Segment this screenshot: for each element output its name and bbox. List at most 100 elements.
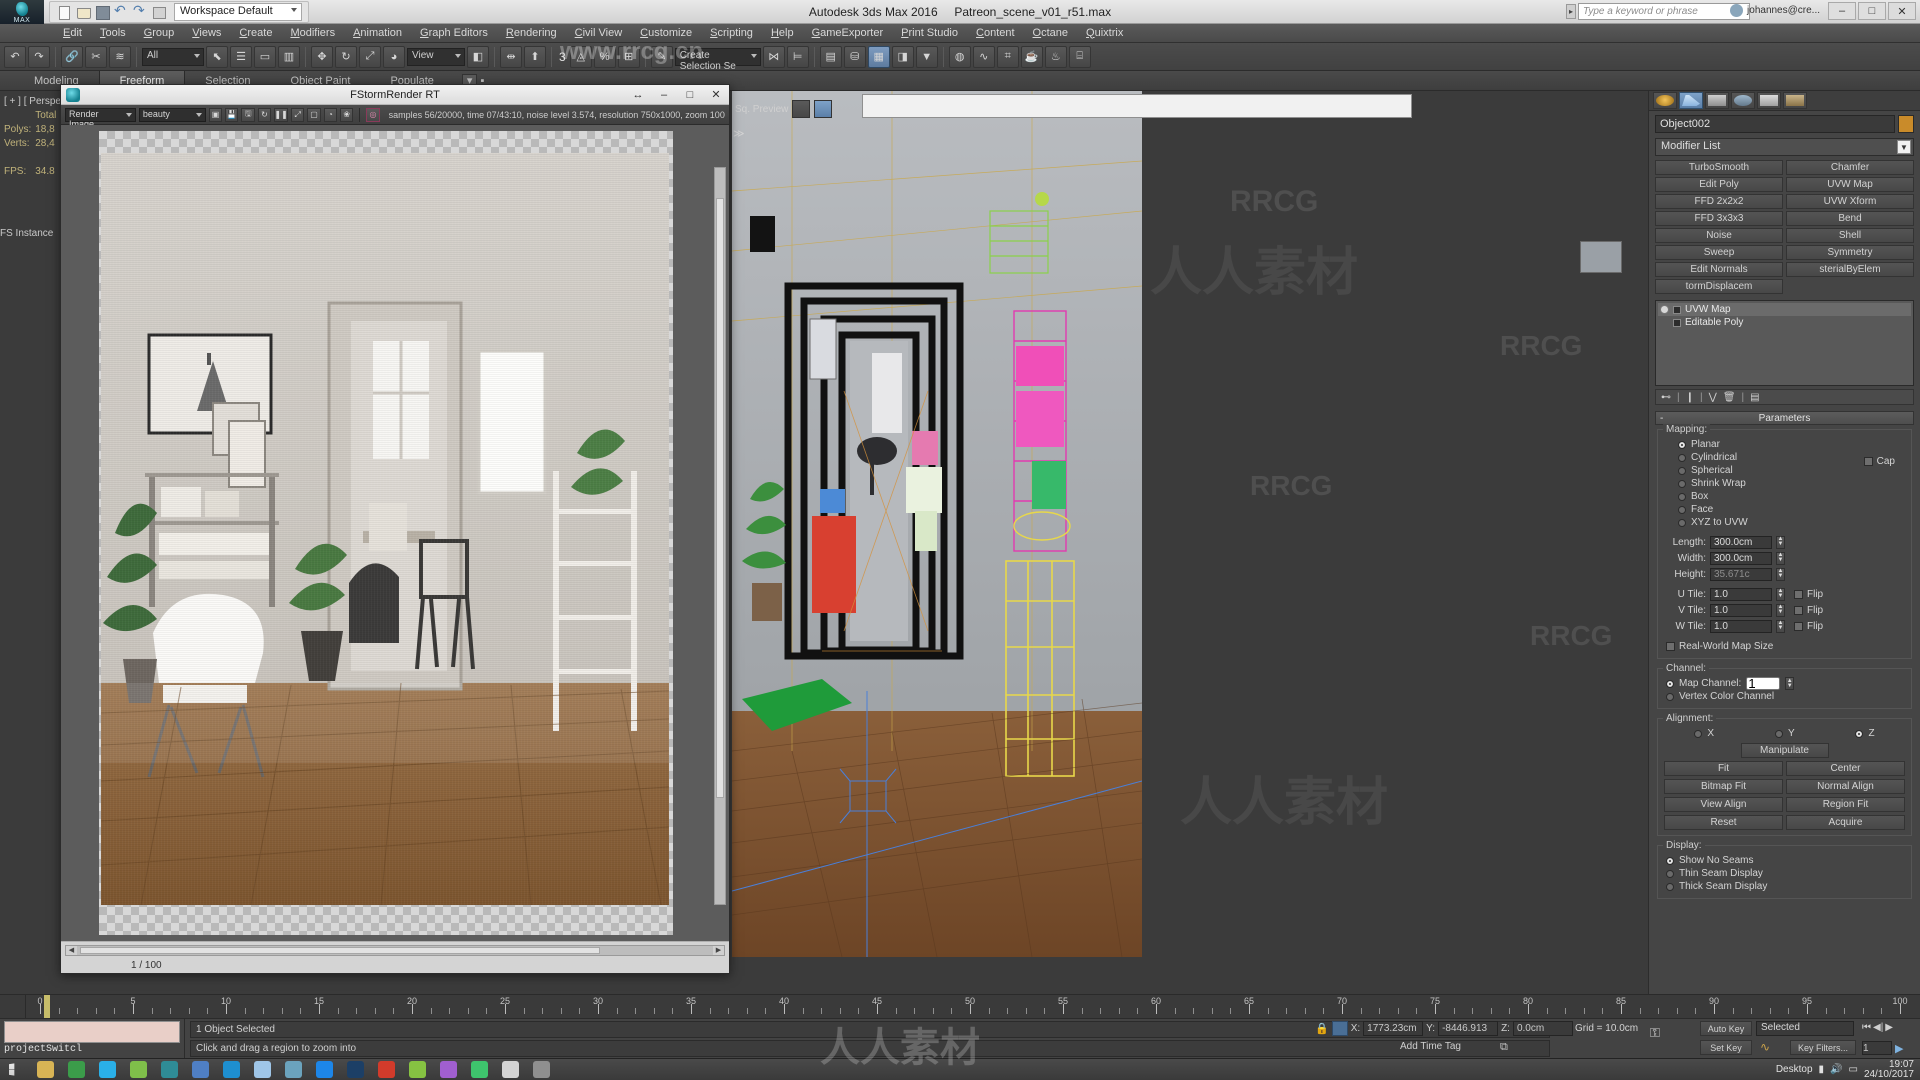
key-curve-icon[interactable]: ∿: [1760, 1040, 1770, 1054]
modifier-button-uvw-map[interactable]: UVW Map: [1786, 177, 1914, 192]
network-icon[interactable]: ❀: [340, 107, 354, 122]
field-spinner[interactable]: ▲ ▼: [1776, 603, 1785, 617]
render-window[interactable]: FStormRender RT ↔ – □ ✕ Render Image bea…: [60, 84, 730, 974]
menu-item-create[interactable]: Create: [230, 24, 281, 43]
menu-item-tools[interactable]: Tools: [91, 24, 135, 43]
track-bar-corner[interactable]: [0, 995, 26, 1018]
taskbar-item-3dsmax[interactable]: [154, 1060, 184, 1080]
modifier-button-edit-poly[interactable]: Edit Poly: [1655, 177, 1783, 192]
render-pass-combo[interactable]: Render Image: [65, 107, 136, 129]
maximize-button[interactable]: □: [1858, 2, 1886, 20]
modifier-button-sterialbyelem[interactable]: sterialByElem: [1786, 262, 1914, 277]
real-world-checkbox[interactable]: [1666, 641, 1675, 651]
align-tools-button[interactable]: ⊨: [786, 45, 809, 68]
undo-icon[interactable]: [113, 2, 129, 20]
select-and-scale-button[interactable]: ⤢: [359, 45, 381, 68]
display-tab[interactable]: [1757, 92, 1781, 109]
save-file-icon[interactable]: [94, 4, 110, 20]
render-horizontal-scrollbar[interactable]: ◀ ▶: [65, 945, 725, 956]
rendered-frame-window-button[interactable]: ◨: [891, 45, 914, 68]
coord-z-input[interactable]: [1512, 1021, 1573, 1036]
field-spinner[interactable]: ▲ ▼: [1776, 567, 1785, 581]
play-animation-icon[interactable]: ▶: [1895, 1042, 1903, 1055]
field-input[interactable]: [1710, 535, 1772, 549]
light-bulb-icon[interactable]: [1660, 305, 1669, 314]
mirror-button[interactable]: ⇹: [500, 45, 522, 68]
menu-item-group[interactable]: Group: [135, 24, 184, 43]
minimize-button[interactable]: –: [1828, 2, 1856, 20]
modify-tab[interactable]: [1679, 92, 1703, 109]
modifier-button-noise[interactable]: Noise: [1655, 228, 1783, 243]
modifier-button-chamfer[interactable]: Chamfer: [1786, 160, 1914, 175]
align-button-region-fit[interactable]: Region Fit: [1786, 797, 1905, 812]
axis-x-radio[interactable]: X: [1694, 727, 1714, 740]
percent-snap-button[interactable]: ⊞: [617, 45, 640, 68]
field-input[interactable]: [1710, 551, 1772, 565]
stack-item[interactable]: UVW Map: [1658, 303, 1911, 316]
pause-icon[interactable]: ❚❚: [274, 107, 289, 122]
configure-sets-icon[interactable]: ▤: [1750, 392, 1759, 403]
select-and-rotate-button[interactable]: ↻: [335, 45, 357, 68]
make-unique-icon[interactable]: ⋁: [1709, 392, 1717, 403]
hierarchy-tab[interactable]: [1705, 92, 1729, 109]
motion-tab[interactable]: [1731, 92, 1755, 109]
region-icon[interactable]: ▣: [208, 107, 223, 122]
map-channel-radio[interactable]: Map Channel: ▲▼: [1664, 677, 1905, 690]
render-vertical-scrollbar[interactable]: [714, 167, 726, 905]
cap-checkbox[interactable]: [1863, 457, 1873, 466]
align-button-acquire[interactable]: Acquire: [1786, 815, 1905, 830]
taskbar-item-refresh[interactable]: [402, 1060, 432, 1080]
undo-button[interactable]: ↶: [4, 45, 26, 68]
search-input[interactable]: Type a keyword or phrase: [1578, 3, 1750, 20]
render-channel-combo[interactable]: beauty: [138, 107, 206, 122]
selection-filter-combo[interactable]: All: [142, 47, 204, 66]
flip-checkbox[interactable]: [1794, 589, 1803, 599]
modifier-button-shell[interactable]: Shell: [1786, 228, 1914, 243]
mapping-option-box[interactable]: Box: [1664, 490, 1905, 503]
scroll-right-icon[interactable]: ▶: [713, 946, 724, 955]
menu-item-graph-editors[interactable]: Graph Editors: [411, 24, 497, 43]
align-button-view-align[interactable]: View Align: [1664, 797, 1783, 812]
refresh-icon[interactable]: ↻: [257, 107, 272, 122]
object-color-swatch[interactable]: [1898, 115, 1914, 133]
field-spinner[interactable]: ▲ ▼: [1776, 619, 1785, 633]
mapping-option-planar[interactable]: Planar: [1664, 438, 1905, 451]
modifier-button-uvw-xform[interactable]: UVW Xform: [1786, 194, 1914, 209]
volume-icon[interactable]: 🔊: [1830, 1064, 1842, 1075]
rectangular-select-region-button[interactable]: ▭: [254, 45, 276, 68]
save-as-icon[interactable]: 🖫: [241, 107, 255, 122]
window-crossing-button[interactable]: ▥: [278, 45, 300, 68]
taskbar-item-dropbox[interactable]: [309, 1060, 339, 1080]
add-time-tag[interactable]: Add Time Tag: [1400, 1041, 1461, 1052]
viewport-3d-scene[interactable]: ≫: [732, 91, 1142, 994]
snaps-toggle-button[interactable]: ◬: [569, 45, 592, 68]
select-by-name-button[interactable]: ☰: [230, 45, 252, 68]
menu-item-quixtrix[interactable]: Quixtrix: [1077, 24, 1132, 43]
align-button-fit[interactable]: Fit: [1664, 761, 1783, 776]
field-input[interactable]: [1710, 587, 1772, 601]
flip-checkbox[interactable]: [1794, 605, 1803, 615]
menu-item-views[interactable]: Views: [183, 24, 230, 43]
redo-button[interactable]: ↷: [28, 45, 50, 68]
mapping-option-face[interactable]: Face: [1664, 503, 1905, 516]
key-mode-icon[interactable]: ⚿: [1650, 1025, 1660, 1041]
map-channel-input[interactable]: [1746, 677, 1781, 690]
user-account[interactable]: johannes@cre...: [1730, 4, 1820, 17]
track-bar[interactable]: 0 5 10 15 20 25 30 35 40 45 50 55 60 65 70 75 80 85 90 95 10…: [0, 994, 1920, 1018]
field-spinner[interactable]: ▲ ▼: [1776, 551, 1785, 565]
field-spinner[interactable]: ▲ ▼: [1776, 535, 1785, 549]
redo-icon[interactable]: [132, 2, 148, 20]
modifier-button-tormdisplacem[interactable]: tormDisplacem: [1655, 279, 1783, 294]
remove-modifier-icon[interactable]: 🗑: [1723, 392, 1736, 403]
color-icon[interactable]: ◔: [323, 107, 338, 122]
menu-item-civil-view[interactable]: Civil View: [566, 24, 631, 43]
axis-z-radio[interactable]: Z: [1855, 727, 1875, 740]
map-channel-spinner[interactable]: ▲ ▼: [1785, 677, 1795, 690]
preview-render-icon[interactable]: [814, 100, 833, 118]
save-icon[interactable]: 💾: [225, 107, 239, 122]
taskbar-item-skype[interactable]: [92, 1060, 122, 1080]
object-name-input[interactable]: [1655, 115, 1895, 133]
align-button-reset[interactable]: Reset: [1664, 815, 1783, 830]
open-file-icon[interactable]: [75, 4, 91, 20]
named-selection-set-combo[interactable]: Create Selection Se: [674, 47, 761, 72]
